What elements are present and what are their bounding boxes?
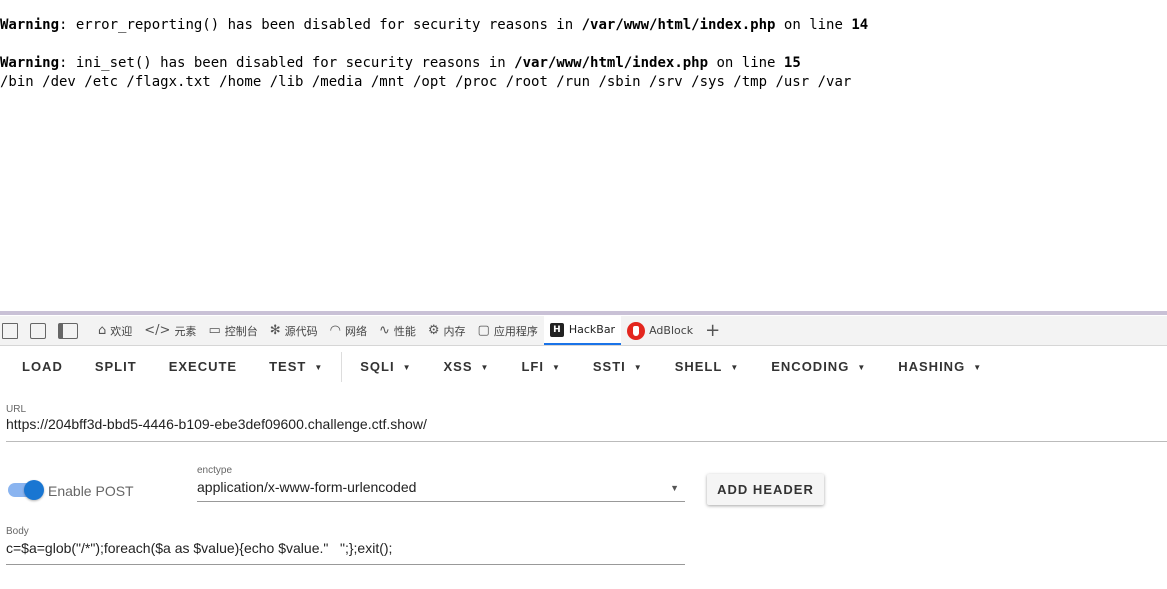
devtools-panel: ⌂ 欢迎 </> 元素 ▭ 控制台 ✻ 源代码 ◠ 网络 ∿ 性能 ⚙ 内存 ▢ 应用程序 HH…: [0, 311, 1167, 589]
wifi-icon: ◠: [329, 323, 341, 338]
plus-icon: +: [705, 320, 721, 341]
warning-label: Warning: [0, 55, 60, 71]
caret-down-icon: ▼: [730, 362, 740, 372]
sqli-menu[interactable]: SQLI ▼: [344, 346, 427, 388]
load-button[interactable]: LOAD: [0, 346, 79, 388]
hackbar-icon: H: [549, 322, 564, 337]
tab-hackbar[interactable]: H HackBar: [543, 316, 622, 345]
split-button[interactable]: SPLIT: [79, 346, 153, 388]
caret-down-icon: ▼: [670, 483, 679, 493]
url-input[interactable]: https://204bff3d-bbd5-4446-b109-ebe3def0…: [6, 416, 427, 432]
warning-online: on line: [775, 17, 852, 33]
test-menu[interactable]: TEST ▼: [253, 346, 339, 388]
toolbar-divider: [341, 352, 343, 382]
tab-elements[interactable]: </> 元素: [138, 316, 202, 345]
warning-path: /var/www/html/index.php: [514, 55, 709, 71]
device-toolbar-icon[interactable]: [0, 316, 27, 345]
body-label: Body: [6, 526, 29, 537]
warning-path: /var/www/html/index.php: [581, 17, 776, 33]
add-header-button[interactable]: ADD HEADER: [707, 474, 824, 505]
body-input[interactable]: c=$a=glob("/*");foreach($a as $value){ec…: [6, 540, 392, 556]
caret-down-icon: ▼: [551, 362, 561, 372]
devtools-resize-border[interactable]: [0, 311, 1167, 315]
enctype-label: enctype: [197, 465, 233, 476]
devtools-tab-bar: ⌂ 欢迎 </> 元素 ▭ 控制台 ✻ 源代码 ◠ 网络 ∿ 性能 ⚙ 内存 ▢ 应用程序 HH…: [0, 316, 1167, 346]
warning-line-number: 14: [851, 17, 869, 33]
warning-line-1: Warning: error_reporting() has been disa…: [0, 17, 868, 33]
code-icon: </>: [144, 323, 171, 338]
caret-down-icon: ▼: [402, 362, 412, 372]
lfi-menu[interactable]: LFI ▼: [505, 346, 576, 388]
caret-down-icon: ▼: [480, 362, 490, 372]
caret-down-icon: ▼: [314, 362, 324, 372]
tab-application[interactable]: ▢ 应用程序: [472, 316, 544, 345]
enable-post-label: Enable POST: [48, 483, 134, 499]
application-icon: ▢: [477, 323, 490, 338]
toggle-knob: [24, 480, 44, 500]
home-icon: ⌂: [98, 323, 107, 338]
adblock-icon: [627, 321, 646, 340]
add-tab-button[interactable]: +: [699, 316, 726, 345]
sidebar-toggle-icon[interactable]: [55, 316, 92, 345]
enctype-select[interactable]: application/x-www-form-urlencoded ▼: [197, 479, 685, 501]
encoding-menu[interactable]: ENCODING ▼: [755, 346, 882, 388]
execute-button[interactable]: EXECUTE: [153, 346, 253, 388]
tab-console[interactable]: ▭ 控制台: [202, 316, 263, 345]
ssti-menu[interactable]: SSTI ▼: [577, 346, 659, 388]
tab-welcome[interactable]: ⌂ 欢迎: [92, 316, 138, 345]
warning-text: : ini_set() has been disabled for securi…: [59, 55, 515, 71]
tab-adblock[interactable]: AdBlock: [621, 316, 699, 345]
caret-down-icon: ▼: [633, 362, 643, 372]
page-output: Warning: error_reporting() has been disa…: [0, 0, 1167, 310]
directory-listing: /bin /dev /etc /flagx.txt /home /lib /me…: [0, 74, 852, 90]
bug-icon: ✻: [269, 323, 281, 338]
warning-line-2: Warning: ini_set() has been disabled for…: [0, 55, 801, 71]
hackbar-toolbar: LOAD SPLIT EXECUTE TEST ▼ SQLI ▼ XSS ▼ LFI ▼…: [0, 346, 1167, 388]
url-label: URL: [6, 404, 27, 415]
tab-performance[interactable]: ∿ 性能: [373, 316, 422, 345]
tab-memory[interactable]: ⚙ 内存: [422, 316, 472, 345]
enctype-underline: [197, 501, 685, 502]
warning-label: Warning: [0, 17, 60, 33]
warning-line-number: 15: [783, 55, 801, 71]
caret-down-icon: ▼: [857, 362, 867, 372]
memory-icon: ⚙: [427, 323, 440, 338]
performance-icon: ∿: [378, 323, 390, 338]
url-underline: [6, 441, 1167, 442]
tab-sources[interactable]: ✻ 源代码: [264, 316, 324, 345]
shell-menu[interactable]: SHELL ▼: [659, 346, 756, 388]
tab-network[interactable]: ◠ 网络: [324, 316, 373, 345]
warning-text: : error_reporting() has been disabled fo…: [59, 17, 582, 33]
xss-menu[interactable]: XSS ▼: [428, 346, 506, 388]
hashing-menu[interactable]: HASHING ▼: [882, 346, 998, 388]
dock-icon[interactable]: [27, 316, 55, 345]
caret-down-icon: ▼: [973, 362, 983, 372]
enable-post-toggle[interactable]: [8, 480, 44, 500]
console-icon: ▭: [208, 323, 221, 338]
body-underline: [6, 564, 685, 565]
warning-online: on line: [708, 55, 784, 71]
